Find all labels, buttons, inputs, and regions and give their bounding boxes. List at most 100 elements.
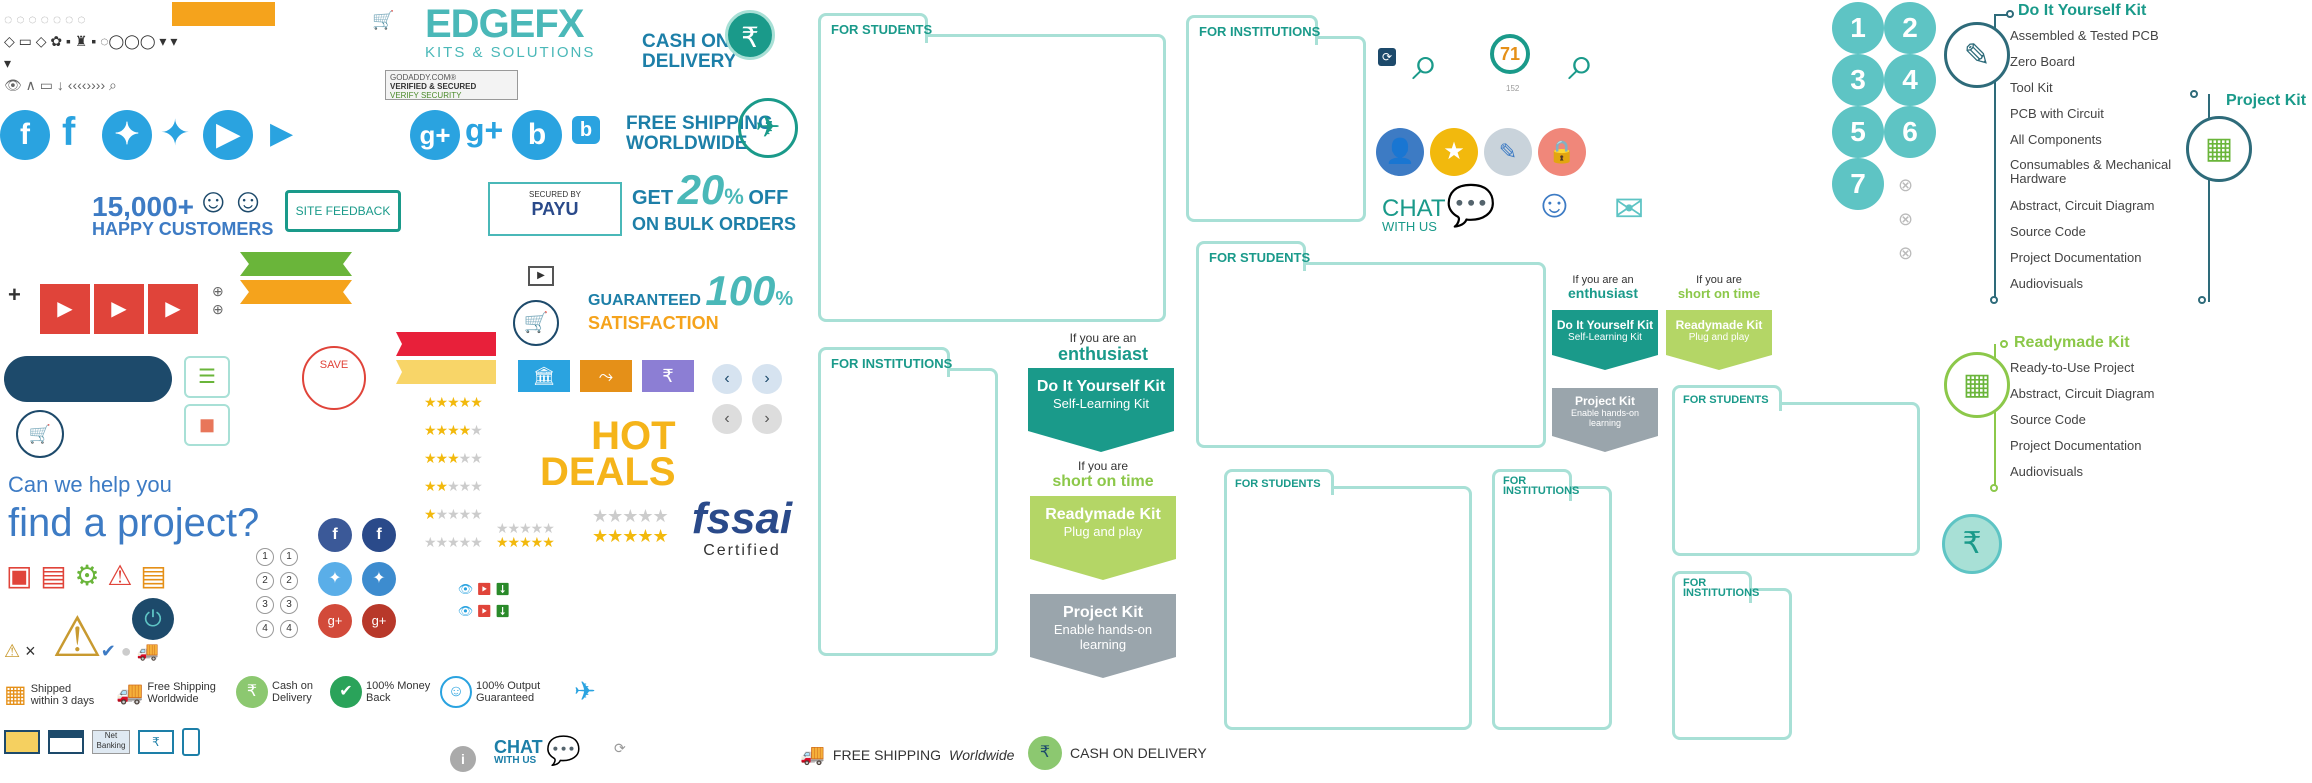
youtube-tile-3[interactable]: ▶ <box>148 284 198 334</box>
project-kit-card-small[interactable]: Project Kit Enable hands-on learning <box>1552 388 1658 452</box>
ready-sub-large: Plug and play <box>1063 524 1143 539</box>
facebook-circle-icon[interactable]: f <box>0 110 50 160</box>
diy-kit-card-small[interactable]: Do It Yourself Kit Self-Learning Kit <box>1552 310 1658 370</box>
red-flag <box>396 332 496 356</box>
project-kit-card-large[interactable]: Project Kit Enable hands-on learning <box>1030 594 1176 678</box>
plus-icon[interactable]: + <box>8 282 21 308</box>
search-count-icon[interactable]: 71 152 <box>1490 34 1550 94</box>
diy-item-6: Consumables & Mechanical Hardware <box>2010 157 2172 186</box>
rupee-square-icon[interactable]: ₹ <box>642 360 694 392</box>
folder-institutions-2[interactable]: FOR INSTITUTIONS <box>818 347 998 656</box>
search-folder-icon[interactable]: ⌕ <box>1568 36 1595 92</box>
youtube-tile-1[interactable]: ▶ <box>40 284 90 334</box>
lock-avatar-icon[interactable]: 🔒 <box>1538 128 1586 176</box>
play-icon[interactable]: ▶ <box>270 116 293 151</box>
help-find-project: Can we help you find a project? <box>8 466 259 543</box>
arrow-right-grey-icon[interactable]: › <box>752 404 782 434</box>
google-plus-circle-icon[interactable]: g+ <box>410 110 460 160</box>
warning-icon: ⚠ <box>107 560 133 591</box>
folder-institutions-4-tab: FOR INSTITUTIONS <box>1672 571 1759 603</box>
folder-students-2[interactable]: FOR STUDENTS <box>1196 241 1546 448</box>
blogger-icon[interactable]: b <box>572 116 600 144</box>
project-dot-top <box>2190 90 2198 98</box>
plug-icon[interactable]: ⏻ <box>132 598 174 640</box>
search-list-icon[interactable]: ⌕ <box>1412 36 1439 92</box>
yellow-flag <box>396 360 496 384</box>
godaddy-badge[interactable]: GODADDY.COM® VERIFIED & SECURED VERIFY S… <box>385 70 518 100</box>
step-1-small: 1 <box>256 548 274 566</box>
feature-4-line-2: Back <box>366 692 391 704</box>
close-icons[interactable]: ⊗ ⊗ ⊗ <box>1898 168 1913 270</box>
twitter-circle-icon[interactable]: ✦ <box>102 110 152 160</box>
fssai-badge: fssai Certified <box>682 496 802 560</box>
site-feedback-button[interactable]: SITE FEEDBACK <box>285 190 401 232</box>
folder-institutions-3[interactable]: FOR INSTITUTIONS <box>1492 469 1612 730</box>
step-7: 7 <box>1832 158 1884 210</box>
tiny-icon-strip: ◌ ◌ ◌ ◌ ◌ ◌ ◌ ◇ ▭ ◇ ✿ ▪ ♜ ▪ ◌◯◯◯ ▾ ▾ ▾ 👁… <box>4 8 184 93</box>
folder-institutions-4[interactable]: FOR INSTITUTIONS <box>1672 571 1792 740</box>
arrow-left-blue-icon[interactable]: ‹ <box>712 364 742 394</box>
project-sub-large: Enable hands-on learning <box>1053 622 1153 652</box>
help-line-1: Can we help you <box>8 472 172 497</box>
cart-circle-small-icon[interactable]: 🛒 <box>16 410 64 458</box>
enthusiast-small: enthusiast <box>1567 285 1638 301</box>
facebook-small-circle-1[interactable]: f <box>318 518 352 552</box>
arrow-right-blue-icon[interactable]: › <box>752 364 782 394</box>
logo-name: EDGEFX <box>425 2 584 46</box>
google-plus-icon[interactable]: g+ <box>465 112 503 149</box>
diy-kit-card-large[interactable]: Do It Yourself Kit Self-Learning Kit <box>1028 368 1174 452</box>
facebook-small-circle-2[interactable]: f <box>362 518 396 552</box>
cart-circle-icon[interactable]: 🛒 <box>513 300 559 346</box>
refresh-square-icon[interactable]: ⟳ <box>1378 48 1396 66</box>
cart-icon[interactable]: 🛒 <box>372 10 394 31</box>
play-circle-icon[interactable]: ▶ <box>203 110 253 160</box>
edit-avatar-icon[interactable]: ✎ <box>1484 128 1532 176</box>
feature-1-line-2: within 3 days <box>30 694 95 707</box>
arrow-left-grey-icon[interactable]: ‹ <box>712 404 742 434</box>
info-icon[interactable]: i <box>450 746 476 772</box>
chat-with-us-small[interactable]: CHAT WITH US <box>494 738 543 768</box>
refresh-icon[interactable]: ⟳ <box>614 740 626 757</box>
diy-item-9: Project Documentation <box>2010 250 2142 265</box>
youtube-tile-2[interactable]: ▶ <box>94 284 144 334</box>
google-small-circle-2[interactable]: g+ <box>362 604 396 638</box>
readymade-kit-card-large[interactable]: Readymade Kit Plug and play <box>1030 496 1176 580</box>
twitter-small-circle-1[interactable]: ✦ <box>318 562 352 596</box>
smiley-icon: ☺ <box>440 676 472 708</box>
edgefx-logo[interactable]: EDGEFX KITS & SOLUTIONS <box>425 4 605 61</box>
folder-students-3[interactable]: FOR STUDENTS <box>1224 469 1472 730</box>
user-avatar-icon[interactable]: 👤 <box>1376 128 1424 176</box>
twitter-icon[interactable]: ✦ <box>160 112 190 154</box>
rating-large-gold: ★★★★★ <box>592 526 669 546</box>
plane-icon: ✈ <box>574 676 596 706</box>
guarantee-badge: GUARANTEED 100% SATISFACTION <box>588 270 793 334</box>
folder-institutions-1[interactable]: FOR INSTITUTIONS <box>1186 15 1366 222</box>
navy-pill-button[interactable] <box>4 356 172 402</box>
folder-students-3-tab: FOR STUDENTS <box>1224 469 1334 495</box>
zoom-icons[interactable]: ⊕ ⊕ <box>212 282 224 318</box>
folder-students-4[interactable]: FOR STUDENTS <box>1672 385 1920 556</box>
deals-label: DEALS <box>540 450 676 494</box>
checklist-icon[interactable]: ☰ <box>184 356 230 398</box>
star-avatar-icon[interactable]: ★ <box>1430 128 1478 176</box>
route-icon[interactable]: ⤳ <box>580 360 632 392</box>
chat-with-us-large[interactable]: CHAT WITH US <box>1382 197 1446 236</box>
ready-item-1: Ready-to-Use Project <box>2010 360 2135 375</box>
feature-output: ☺ 100% Output Guaranteed <box>440 676 540 708</box>
feature-3-line-2: Delivery <box>272 692 312 704</box>
folder-students-1[interactable]: FOR STUDENTS <box>818 13 1166 322</box>
save-badge[interactable]: SAVE <box>302 346 366 410</box>
ready-item-3: Source Code <box>2010 412 2086 427</box>
google-small-circle-1[interactable]: g+ <box>318 604 352 638</box>
ready-sub-small: Plug and play <box>1688 332 1750 343</box>
bank-icon[interactable]: 🏛 <box>518 360 570 392</box>
hot-deals: HOT DEALS <box>540 414 676 494</box>
twitter-small-circle-2[interactable]: ✦ <box>362 562 396 596</box>
hot-label: HOT <box>591 414 676 458</box>
view-video-download-icons[interactable]: 👁 ▶ ⬇ 👁 ▶ ⬇ <box>458 578 510 622</box>
video-frame-icon[interactable]: ▶ <box>528 266 554 286</box>
facebook-icon[interactable]: f <box>62 110 75 155</box>
blogger-circle-icon[interactable]: b <box>512 110 562 160</box>
bag-icon[interactable]: ◼ <box>184 404 230 446</box>
readymade-kit-card-small[interactable]: Readymade Kit Plug and play <box>1666 310 1772 370</box>
